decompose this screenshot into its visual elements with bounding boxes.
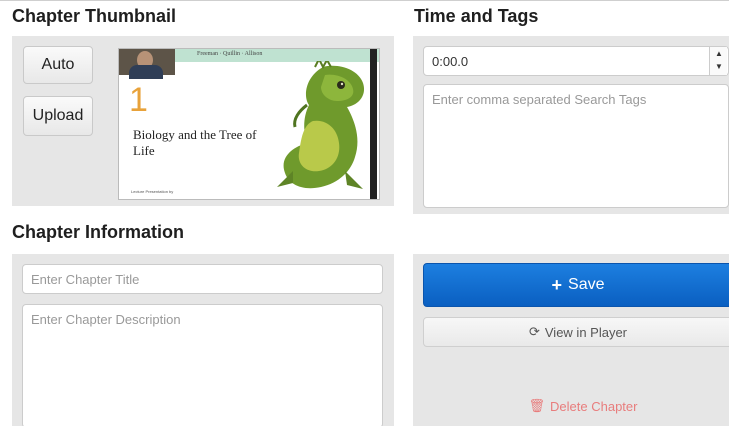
time-and-tags-panel: 0:00.0 ▲ ▼ Enter comma separated Search … — [413, 36, 729, 214]
chapter-actions-panel: + Save ⟳ View in Player 🗑 Delete Chapter — [413, 254, 729, 426]
chevron-up-icon[interactable]: ▲ — [715, 50, 723, 58]
chapter-title-input[interactable]: Enter Chapter Title — [22, 264, 383, 294]
chapter-description-input[interactable]: Enter Chapter Description — [22, 304, 383, 426]
chapter-thumbnail-heading: Chapter Thumbnail — [12, 6, 177, 26]
slide-chapter-number: 1 — [129, 81, 148, 119]
slide-edge-strip — [370, 49, 377, 199]
chapter-thumbnail-image: Freeman · Quillin · Allison 1 Biology an… — [118, 48, 380, 200]
slide-credit: Lecture Presentation by — [131, 189, 174, 194]
time-spinner[interactable]: ▲ ▼ — [709, 47, 727, 75]
save-button[interactable]: + Save — [423, 263, 729, 307]
slide-authors: Freeman · Quillin · Allison — [197, 51, 263, 57]
chevron-down-icon[interactable]: ▼ — [715, 63, 723, 71]
slide-title: Biology and the Tree of Life — [133, 127, 257, 158]
top-divider — [0, 0, 729, 1]
refresh-icon: ⟳ — [528, 324, 540, 339]
plus-icon: + — [551, 274, 563, 295]
save-button-label: Save — [568, 276, 605, 293]
delete-chapter-button[interactable]: 🗑 Delete Chapter — [513, 394, 653, 418]
view-in-player-label: View in Player — [544, 324, 628, 340]
lizard-illustration — [277, 61, 365, 189]
upload-thumbnail-button[interactable]: Upload — [23, 96, 93, 136]
auto-thumbnail-button[interactable]: Auto — [23, 46, 93, 84]
chapter-time-input[interactable]: 0:00.0 — [423, 46, 729, 76]
thumbnail-panel: Auto Upload Freeman · Quillin · Allison … — [12, 36, 394, 206]
view-in-player-button[interactable]: ⟳ View in Player — [423, 317, 729, 347]
search-tags-input[interactable]: Enter comma separated Search Tags — [423, 84, 729, 208]
trash-icon: 🗑 — [528, 398, 546, 413]
chapter-information-heading: Chapter Information — [12, 222, 185, 242]
presenter-video — [119, 49, 175, 79]
chapter-information-panel: Enter Chapter Title Enter Chapter Descri… — [12, 254, 394, 426]
delete-chapter-label: Delete Chapter — [550, 398, 638, 414]
time-and-tags-heading: Time and Tags — [414, 6, 539, 26]
